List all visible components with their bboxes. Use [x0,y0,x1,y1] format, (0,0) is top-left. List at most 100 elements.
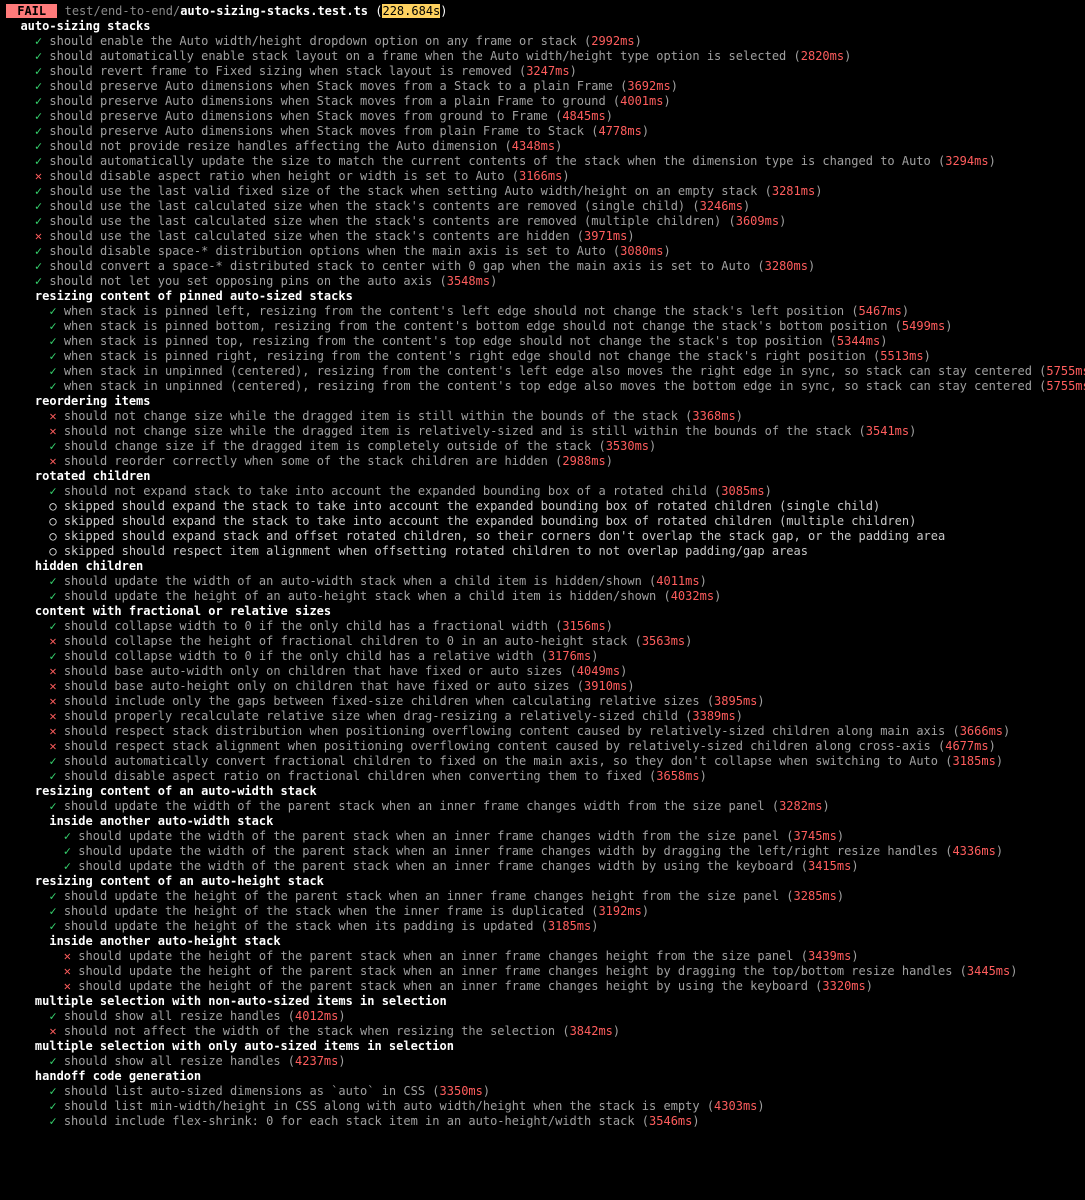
test-row: ✕ should disable aspect ratio when heigh… [6,169,1079,184]
pass-icon: ✓ [49,919,56,933]
pass-icon: ✓ [49,334,56,348]
test-row: ✓ should not let you set opposing pins o… [6,274,1079,289]
test-duration: 5467ms [859,304,902,318]
pass-icon: ✓ [49,799,56,813]
test-title: should not change size while the dragged… [64,409,678,423]
fail-icon: ✕ [49,634,56,648]
test-title: should convert a space-* distributed sta… [49,259,750,273]
test-row: ✕ should update the height of the parent… [6,964,1079,979]
test-title: should change size if the dragged item i… [64,439,591,453]
skip-icon: ○ [49,529,56,543]
test-row: ✓ should preserve Auto dimensions when S… [6,94,1079,109]
test-duration: 3368ms [692,409,735,423]
suite-name: handoff code generation [35,1069,201,1083]
pass-icon: ✓ [64,844,71,858]
suite-name: resizing content of an auto-height stack [35,874,324,888]
pass-icon: ✓ [49,649,56,663]
test-duration: 4237ms [295,1054,338,1068]
test-title: should respect stack alignment when posi… [64,739,931,753]
test-row: ○ skipped should respect item alignment … [6,544,1079,559]
test-duration: 4011ms [656,574,699,588]
test-title: should update the height of the parent s… [64,889,779,903]
suite-name: content with fractional or relative size… [35,604,331,618]
test-title: when stack is pinned right, resizing fro… [64,349,866,363]
test-title: should list auto-sized dimensions as `au… [64,1084,425,1098]
test-row: ✕ should update the height of the parent… [6,949,1079,964]
fail-icon: ✕ [64,979,71,993]
test-duration: 3285ms [794,889,837,903]
test-title: should preserve Auto dimensions when Sta… [49,124,584,138]
test-title: should use the last calculated size when… [49,229,569,243]
test-duration: 5344ms [837,334,880,348]
suite-name: inside another auto-width stack [49,814,273,828]
test-title: should preserve Auto dimensions when Sta… [49,79,613,93]
test-row: ✓ should include flex-shrink: 0 for each… [6,1114,1079,1129]
suite-name: reordering items [35,394,151,408]
test-duration: 2820ms [801,49,844,63]
suite-header: inside another auto-width stack [6,814,1079,829]
test-row: ○ skipped should expand stack and offset… [6,529,1079,544]
test-duration: 3666ms [960,724,1003,738]
suite-header: handoff code generation [6,1069,1079,1084]
test-row: ✓ should show all resize handles (4237ms… [6,1054,1079,1069]
test-title: when stack in unpinned (centered), resiz… [64,379,1032,393]
suite-header: resizing content of an auto-height stack [6,874,1079,889]
test-duration: 3541ms [866,424,909,438]
test-title: should revert frame to Fixed sizing when… [49,64,511,78]
test-duration: 3910ms [584,679,627,693]
test-title: should base auto-height only on children… [64,679,570,693]
test-title: should properly recalculate relative siz… [64,709,678,723]
test-title: should list min-width/height in CSS alon… [64,1099,700,1113]
test-title: should update the height of an auto-heig… [64,589,656,603]
file-duration: 228.684s [382,4,440,18]
test-row: ✓ should convert a space-* distributed s… [6,259,1079,274]
test-row: ✓ should update the height of the stack … [6,904,1079,919]
test-duration: 4677ms [945,739,988,753]
test-title: should respect stack distribution when p… [64,724,945,738]
test-row: ✓ should update the width of the parent … [6,859,1079,874]
test-title: should automatically enable stack layout… [49,49,786,63]
test-duration: 3280ms [765,259,808,273]
test-row: ✕ should respect stack alignment when po… [6,739,1079,754]
test-duration: 4032ms [671,589,714,603]
test-title: should automatically convert fractional … [64,754,938,768]
test-row: ✕ should not change size while the dragg… [6,409,1079,424]
file-name: auto-sizing-stacks.test.ts [180,4,368,18]
test-row: ✓ should disable aspect ratio on fractio… [6,769,1079,784]
test-duration: 3176ms [548,649,591,663]
test-row: ✓ should list auto-sized dimensions as `… [6,1084,1079,1099]
test-duration: 3281ms [772,184,815,198]
test-duration: 3842ms [570,1024,613,1038]
pass-icon: ✓ [64,859,71,873]
test-title: when stack is pinned top, resizing from … [64,334,823,348]
test-row: ✓ should disable space-* distribution op… [6,244,1079,259]
test-title: should not affect the width of the stack… [64,1024,555,1038]
test-duration: 3080ms [620,244,663,258]
test-title: skipped should respect item alignment wh… [64,544,808,558]
pass-icon: ✓ [49,904,56,918]
suite-name: hidden children [35,559,143,573]
test-row: ✓ when stack is pinned top, resizing fro… [6,334,1079,349]
test-title: should not let you set opposing pins on … [49,274,432,288]
fail-icon: ✕ [49,424,56,438]
test-duration: 3085ms [721,484,764,498]
test-row: ✕ should properly recalculate relative s… [6,709,1079,724]
test-duration: 2992ms [591,34,634,48]
test-duration: 3192ms [598,904,641,918]
test-title: should use the last calculated size when… [49,199,685,213]
fail-icon: ✕ [49,679,56,693]
test-row: ✓ should update the width of the parent … [6,844,1079,859]
suite-header: reordering items [6,394,1079,409]
test-title: should base auto-width only on children … [64,664,563,678]
pass-icon: ✓ [49,1099,56,1113]
test-row: ✓ when stack in unpinned (centered), res… [6,379,1079,394]
test-duration: 3609ms [736,214,779,228]
test-duration: 3246ms [700,199,743,213]
test-row: ○ skipped should expand the stack to tak… [6,514,1079,529]
test-duration: 3350ms [440,1084,483,1098]
test-row: ✓ should update the height of an auto-he… [6,589,1079,604]
test-row: ✓ should list min-width/height in CSS al… [6,1099,1079,1114]
test-title: should show all resize handles [64,1054,281,1068]
pass-icon: ✓ [49,379,56,393]
test-row: ✓ should enable the Auto width/height dr… [6,34,1079,49]
